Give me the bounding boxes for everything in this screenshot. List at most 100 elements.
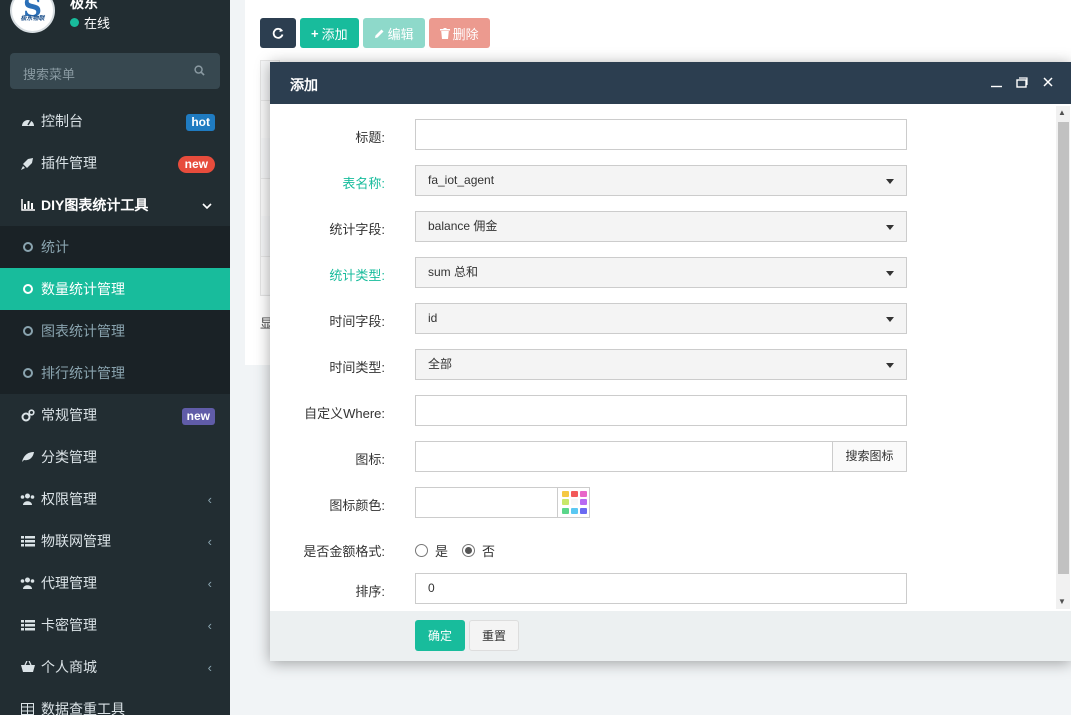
icon-input[interactable] [415, 441, 833, 472]
money-yes-radio[interactable] [415, 544, 428, 557]
refresh-icon [272, 27, 284, 39]
time-type-select[interactable]: 全部 [415, 349, 907, 380]
sidebar-item-label: 插件管理 [41, 155, 97, 171]
sidebar-menu: 控制台 hot 插件管理 new DIY图表统计工具 统计 数量统计管理 图表统… [0, 100, 230, 715]
chevron-down-icon [202, 198, 212, 213]
sidebar-item-label: 数量统计管理 [41, 281, 125, 297]
icon-color-label: 图标颜色: [329, 498, 385, 513]
sidebar-item-category[interactable]: 分类管理 [0, 436, 230, 478]
sort-input[interactable]: 0 [415, 573, 907, 604]
new-badge: new [177, 156, 215, 173]
sidebar-item-label: 控制台 [41, 113, 83, 129]
form-row-stat-field: 统计字段: balance 佣金 [270, 211, 1060, 243]
stat-field-value: balance 佣金 [428, 219, 498, 233]
add-dialog: 添加 标题: 表名称: fa_iot_agent 统计字段: balance 佣… [270, 62, 1071, 661]
dialog-footer: 确定 重置 [270, 611, 1071, 661]
delete-button-label: 删除 [452, 26, 479, 42]
time-field-label: 时间字段: [329, 314, 385, 329]
hot-badge: hot [186, 114, 215, 131]
sidebar-item-chart-stat[interactable]: 图表统计管理 [0, 310, 230, 352]
new-badge: new [181, 408, 215, 425]
title-input[interactable] [415, 119, 907, 150]
circle-o-icon [23, 326, 33, 336]
title-label: 标题: [355, 130, 385, 145]
rocket-icon [20, 156, 35, 171]
edit-button-label: 编辑 [387, 26, 414, 42]
sidebar-item-label: 图表统计管理 [41, 323, 125, 339]
dashboard-icon [20, 114, 35, 129]
sidebar: S 极东物联 极东 在线 搜索菜单 控制台 hot 插件管理 new DIY图表… [0, 0, 230, 715]
money-yes-label[interactable]: 是 [435, 541, 448, 560]
sidebar-item-dashboard[interactable]: 控制台 hot [0, 100, 230, 142]
stat-type-select[interactable]: sum 总和 [415, 257, 907, 288]
time-type-value: 全部 [428, 357, 453, 371]
sidebar-item-label: 卡密管理 [41, 617, 97, 633]
money-no-radio[interactable] [462, 544, 476, 557]
stat-type-value: sum 总和 [428, 265, 479, 279]
caret-down-icon [886, 179, 894, 184]
sidebar-item-general[interactable]: 常规管理 new [0, 394, 230, 436]
dialog-body: 标题: 表名称: fa_iot_agent 统计字段: balance 佣金 统… [270, 104, 1071, 611]
icon-color-input[interactable] [415, 487, 558, 518]
dialog-header[interactable]: 添加 [270, 62, 1071, 104]
sidebar-item-mall[interactable]: 个人商城 ‹ [0, 646, 230, 688]
sidebar-item-label: 个人商城 [41, 659, 97, 675]
sidebar-item-plugins[interactable]: 插件管理 new [0, 142, 230, 184]
chevron-left-icon: ‹ [207, 534, 212, 549]
plus-icon: + [311, 25, 319, 41]
form-row-money-format: 是否金额格式: 是 否 [270, 533, 1060, 565]
sidebar-item-iot[interactable]: 物联网管理 ‹ [0, 520, 230, 562]
chevron-left-icon: ‹ [207, 492, 212, 507]
stat-type-label: 统计类型: [329, 268, 385, 283]
chevron-left-icon: ‹ [207, 576, 212, 591]
search-icon-button[interactable]: 搜索图标 [832, 441, 907, 472]
circle-o-icon [23, 368, 33, 378]
scroll-down-icon[interactable]: ▼ [1058, 597, 1066, 606]
sidebar-item-diy-chart[interactable]: DIY图表统计工具 [0, 184, 230, 226]
table-label: 表名称: [342, 176, 385, 191]
sidebar-search-input[interactable]: 搜索菜单 [10, 53, 220, 89]
money-no-label[interactable]: 否 [482, 541, 495, 560]
trash-icon [439, 27, 450, 39]
sidebar-item-stat[interactable]: 统计 [0, 226, 230, 268]
sidebar-item-label: 权限管理 [41, 491, 97, 507]
delete-button[interactable]: 删除 [428, 18, 490, 48]
sidebar-item-agent[interactable]: 代理管理 ‹ [0, 562, 230, 604]
time-field-value: id [428, 311, 438, 325]
chevron-left-icon: ‹ [207, 660, 212, 675]
table-select-value: fa_iot_agent [428, 173, 495, 187]
stat-field-select[interactable]: balance 佣金 [415, 211, 907, 242]
money-format-radio-group: 是 否 [415, 541, 509, 560]
cogs-icon [20, 408, 35, 423]
minimize-icon[interactable] [988, 74, 1004, 90]
icon-label: 图标: [355, 452, 385, 467]
group-icon [20, 576, 35, 591]
search-icon[interactable] [194, 65, 205, 76]
close-icon[interactable] [1040, 74, 1056, 90]
refresh-button[interactable] [260, 18, 296, 48]
where-input[interactable] [415, 395, 907, 426]
table-select[interactable]: fa_iot_agent [415, 165, 907, 196]
toolbar: + 添加 编辑 删除 [260, 18, 494, 48]
color-palette-icon[interactable] [558, 487, 590, 518]
scroll-up-icon[interactable]: ▲ [1058, 108, 1066, 117]
sidebar-item-permission[interactable]: 权限管理 ‹ [0, 478, 230, 520]
avatar[interactable]: S 极东物联 [10, 0, 55, 33]
dialog-scrollbar[interactable]: ▲ ▼ [1056, 106, 1070, 609]
time-field-select[interactable]: id [415, 303, 907, 334]
confirm-button[interactable]: 确定 [415, 620, 465, 651]
circle-o-icon [23, 284, 33, 294]
leaf-icon [20, 450, 35, 465]
reset-button[interactable]: 重置 [469, 620, 519, 651]
add-button[interactable]: + 添加 [300, 18, 359, 48]
edit-button[interactable]: 编辑 [362, 18, 425, 48]
sidebar-item-card[interactable]: 卡密管理 ‹ [0, 604, 230, 646]
dialog-title: 添加 [290, 77, 318, 93]
sidebar-item-dedupe[interactable]: 数据查重工具 [0, 688, 230, 715]
form-row-icon: 图标: 搜索图标 [270, 441, 1060, 473]
sidebar-item-quantity-stat[interactable]: 数量统计管理 [0, 268, 230, 310]
maximize-icon[interactable] [1014, 74, 1030, 90]
sidebar-item-rank-stat[interactable]: 排行统计管理 [0, 352, 230, 394]
scroll-thumb[interactable] [1058, 122, 1069, 574]
form-row-stat-type: 统计类型: sum 总和 [270, 257, 1060, 289]
